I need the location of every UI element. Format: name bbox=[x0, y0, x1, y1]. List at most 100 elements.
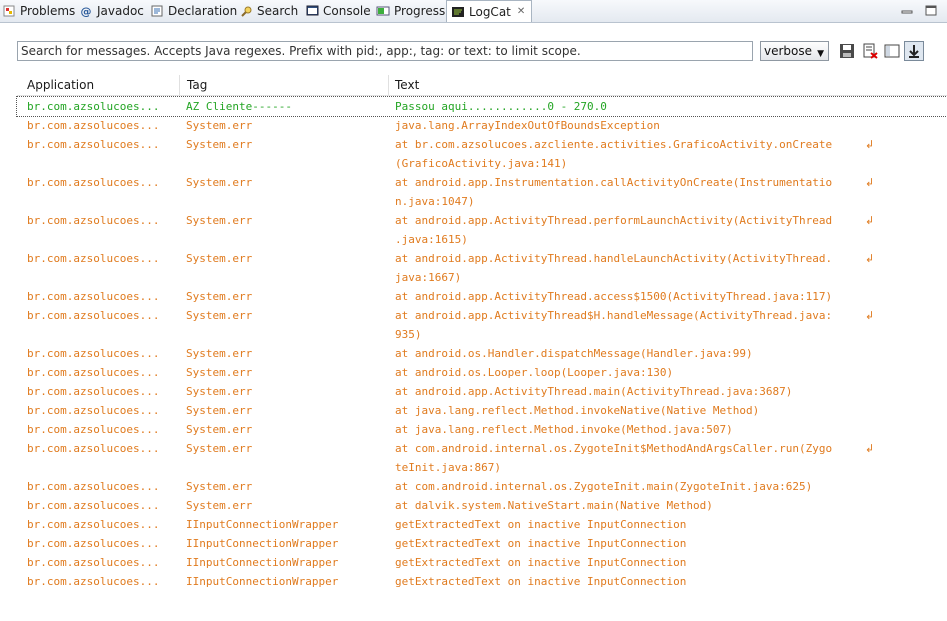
table-row[interactable]: br.com.azsolucoes... System.err at dalvik.… bbox=[17, 496, 947, 515]
row-tag: System.err bbox=[186, 309, 253, 322]
table-row[interactable]: br.com.azsolucoes... System.err at android… bbox=[17, 173, 947, 211]
row-text: at android.app.ActivityThread.access$150… bbox=[395, 290, 833, 303]
table-row[interactable]: br.com.azsolucoes... System.err at java.la… bbox=[17, 420, 947, 439]
console-icon bbox=[305, 4, 319, 18]
tab-label: Javadoc bbox=[97, 4, 144, 18]
tab-label: Search bbox=[257, 4, 299, 18]
row-application: br.com.azsolucoes... bbox=[27, 214, 160, 227]
row-tag: IInputConnectionWrapper bbox=[186, 518, 339, 531]
row-tag: System.err bbox=[186, 385, 253, 398]
row-text: at android.os.Looper.loop(Looper.java:13… bbox=[395, 366, 674, 379]
column-divider[interactable] bbox=[179, 75, 180, 95]
tab-console[interactable]: Console bbox=[305, 0, 371, 22]
row-tag: System.err bbox=[186, 404, 253, 417]
row-text: Passou aqui............0 - 270.0 bbox=[395, 100, 607, 113]
toggle-filters-icon[interactable] bbox=[882, 41, 902, 61]
row-application: br.com.azsolucoes... bbox=[27, 309, 160, 322]
row-text: at com.android.internal.os.ZygoteInit.ma… bbox=[395, 480, 813, 493]
row-tag: System.err bbox=[186, 290, 253, 303]
row-application: br.com.azsolucoes... bbox=[27, 499, 160, 512]
row-text: at android.app.ActivityThread$H.handleMe… bbox=[395, 309, 833, 341]
row-tag: AZ Cliente------ bbox=[186, 100, 292, 113]
column-header-tag[interactable]: Tag bbox=[187, 77, 207, 93]
row-application: br.com.azsolucoes... bbox=[27, 176, 160, 189]
tab-label: Problems bbox=[20, 4, 76, 18]
maximize-icon[interactable] bbox=[923, 3, 939, 17]
row-application: br.com.azsolucoes... bbox=[27, 385, 160, 398]
row-tag: System.err bbox=[186, 442, 253, 455]
row-tag: IInputConnectionWrapper bbox=[186, 537, 339, 550]
tab-problems[interactable]: Problems bbox=[2, 0, 75, 22]
tab-label: LogCat bbox=[469, 4, 511, 19]
minimize-icon[interactable] bbox=[899, 3, 915, 17]
tab-declaration[interactable]: Declaration bbox=[150, 0, 237, 22]
tab-javadoc[interactable]: @ Javadoc bbox=[79, 0, 144, 22]
log-level-select[interactable]: verbose ▼ bbox=[760, 41, 829, 61]
table-row[interactable]: br.com.azsolucoes... System.err at com.and… bbox=[17, 439, 947, 477]
table-row[interactable]: br.com.azsolucoes... IInputConnectionWrap… bbox=[17, 515, 947, 534]
table-row[interactable]: br.com.azsolucoes... System.err at android… bbox=[17, 306, 947, 344]
table-row[interactable]: br.com.azsolucoes... System.err at android… bbox=[17, 344, 947, 363]
table-row[interactable]: br.com.azsolucoes... System.err at com.and… bbox=[17, 477, 947, 496]
table-row[interactable]: br.com.azsolucoes... IInputConnectionWrap… bbox=[17, 553, 947, 572]
table-row[interactable]: br.com.azsolucoes... System.err at android… bbox=[17, 211, 947, 249]
row-application: br.com.azsolucoes... bbox=[27, 138, 160, 151]
row-text: at android.os.Handler.dispatchMessage(Ha… bbox=[395, 347, 753, 360]
table-row[interactable]: br.com.azsolucoes... IInputConnectionWrap… bbox=[17, 534, 947, 553]
search-input[interactable] bbox=[17, 41, 753, 61]
table-row[interactable]: br.com.azsolucoes... System.err at android… bbox=[17, 382, 947, 401]
column-header-text[interactable]: Text bbox=[395, 77, 419, 93]
table-row[interactable]: br.com.azsolucoes... System.err at br.com.… bbox=[17, 135, 947, 173]
at-icon: @ bbox=[80, 4, 92, 18]
table-row[interactable]: br.com.azsolucoes... System.err at java.la… bbox=[17, 401, 947, 420]
row-text: java.lang.ArrayIndexOutOfBoundsException bbox=[395, 119, 660, 132]
row-text: getExtractedText on inactive InputConnec… bbox=[395, 556, 687, 569]
close-icon[interactable]: ✕ bbox=[517, 6, 525, 17]
line-wrap-icon: ↲ bbox=[865, 442, 875, 455]
line-wrap-icon: ↲ bbox=[865, 252, 875, 265]
table-row[interactable]: br.com.azsolucoes... IInputConnectionWrap… bbox=[17, 572, 947, 591]
row-tag: System.err bbox=[186, 499, 253, 512]
row-tag: System.err bbox=[186, 366, 253, 379]
tab-label: Console bbox=[323, 4, 371, 18]
row-tag: System.err bbox=[186, 214, 253, 227]
table-row[interactable]: br.com.azsolucoes... System.err at android… bbox=[17, 249, 947, 287]
tab-logcat[interactable]: LogCat ✕ bbox=[446, 0, 533, 22]
row-text: at android.app.ActivityThread.performLau… bbox=[395, 214, 833, 246]
row-text: at android.app.ActivityThread.handleLaun… bbox=[395, 252, 833, 284]
line-wrap-icon: ↲ bbox=[865, 309, 875, 322]
line-wrap-icon: ↲ bbox=[865, 138, 875, 151]
row-application: br.com.azsolucoes... bbox=[27, 100, 160, 113]
table-row[interactable]: br.com.azsolucoes... System.err java.lang.… bbox=[17, 116, 947, 135]
row-text: getExtractedText on inactive InputConnec… bbox=[395, 575, 687, 588]
tab-label: Progress bbox=[394, 4, 446, 18]
log-level-value: verbose bbox=[764, 44, 813, 58]
row-tag: System.err bbox=[186, 423, 253, 436]
tab-progress[interactable]: Progress bbox=[376, 0, 445, 22]
column-divider[interactable] bbox=[388, 75, 389, 95]
declaration-icon bbox=[150, 4, 164, 18]
clear-log-icon[interactable] bbox=[860, 41, 880, 61]
save-icon[interactable] bbox=[837, 41, 857, 61]
column-header-application[interactable]: Application bbox=[27, 77, 94, 93]
row-application: br.com.azsolucoes... bbox=[27, 252, 160, 265]
scroll-lock-icon[interactable] bbox=[904, 41, 924, 61]
row-application: br.com.azsolucoes... bbox=[27, 366, 160, 379]
table-row[interactable]: br.com.azsolucoes... AZ Cliente------ Pass… bbox=[16, 96, 947, 117]
row-tag: System.err bbox=[186, 252, 253, 265]
chevron-down-icon: ▼ bbox=[817, 49, 824, 59]
row-tag: System.err bbox=[186, 480, 253, 493]
row-text: at java.lang.reflect.Method.invokeNative… bbox=[395, 404, 760, 417]
row-application: br.com.azsolucoes... bbox=[27, 423, 160, 436]
row-application: br.com.azsolucoes... bbox=[27, 290, 160, 303]
row-text: at android.app.ActivityThread.main(Activ… bbox=[395, 385, 793, 398]
table-row[interactable]: br.com.azsolucoes... System.err at android… bbox=[17, 287, 947, 306]
row-text: at br.com.azsolucoes.azcliente.activitie… bbox=[395, 138, 833, 170]
search-icon bbox=[239, 4, 253, 18]
table-row[interactable]: br.com.azsolucoes... System.err at android… bbox=[17, 363, 947, 382]
tab-label: Declaration bbox=[168, 4, 238, 18]
row-tag: System.err bbox=[186, 176, 253, 189]
table-header: Application Tag Text bbox=[17, 75, 947, 96]
tab-search[interactable]: Search bbox=[239, 0, 298, 22]
row-text: getExtractedText on inactive InputConnec… bbox=[395, 537, 687, 550]
